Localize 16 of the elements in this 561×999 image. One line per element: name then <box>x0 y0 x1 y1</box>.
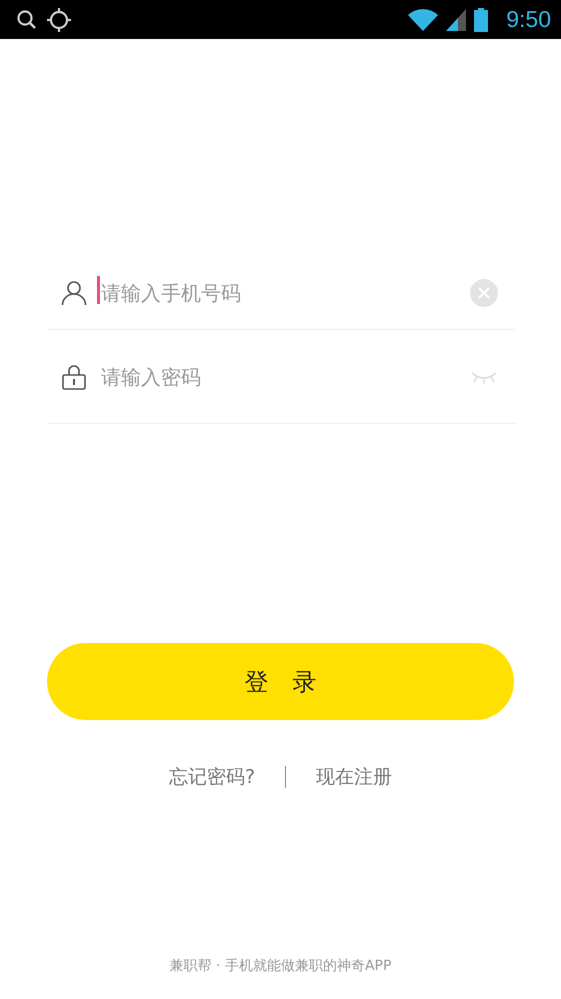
clear-icon[interactable] <box>470 279 498 307</box>
wifi-icon <box>408 8 438 30</box>
search-icon <box>16 8 38 30</box>
password-input[interactable]: 请输入密码 <box>101 364 456 388</box>
closed-eye-icon[interactable] <box>470 370 498 384</box>
phone-input[interactable]: 请输入手机号码 <box>101 281 456 305</box>
crosshair-icon <box>46 6 72 32</box>
battery-icon <box>474 8 488 32</box>
text-link[interactable]: 忘记密码? <box>168 764 256 790</box>
footer-tagline: 兼职帮 · 手机就能做兼职的神奇APP <box>168 957 392 975</box>
login-button[interactable]: 登 录 <box>47 643 514 720</box>
person-icon <box>61 280 87 306</box>
clock: 9:50 <box>506 6 551 33</box>
padlock-icon <box>61 364 87 390</box>
signal-icon <box>446 8 466 30</box>
text-link[interactable]: 现在注册 <box>316 764 392 790</box>
